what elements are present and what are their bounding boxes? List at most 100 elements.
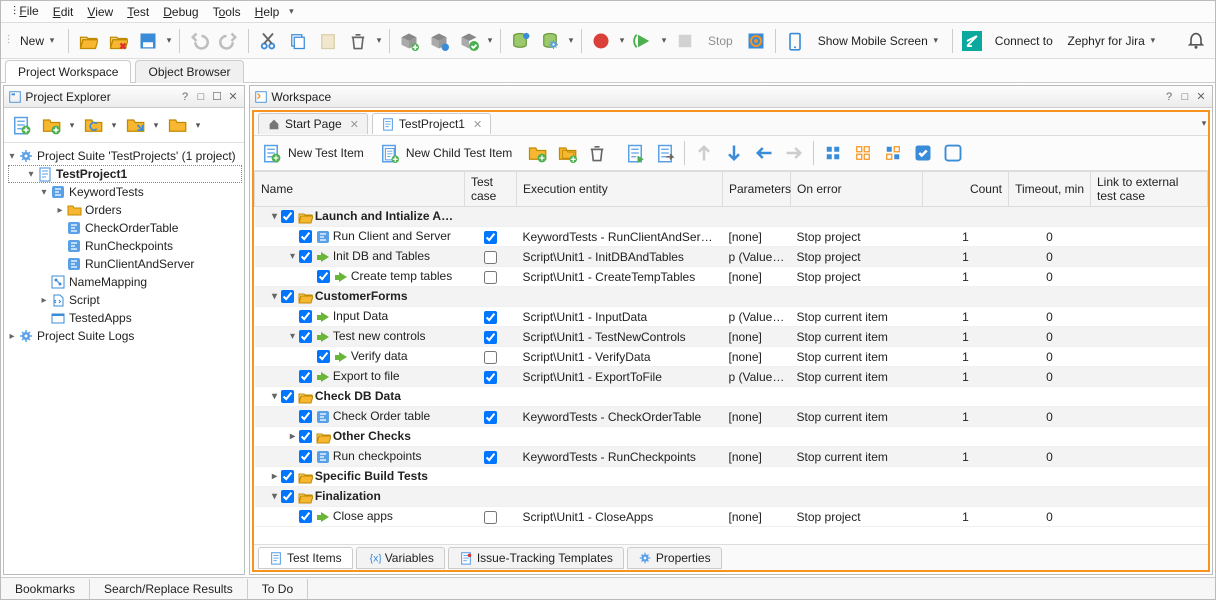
save-dropdown[interactable]: ▾ bbox=[165, 35, 173, 46]
testcase-checkbox[interactable] bbox=[484, 311, 497, 324]
show-mobile-button[interactable]: Show Mobile Screen▾ bbox=[812, 28, 946, 54]
tab-object-browser[interactable]: Object Browser bbox=[135, 60, 243, 83]
paste-icon[interactable] bbox=[315, 28, 341, 54]
table-row[interactable]: Run Client and ServerKeywordTests - RunC… bbox=[255, 227, 1208, 247]
row-checkbox[interactable] bbox=[299, 230, 312, 243]
test-items-grid[interactable]: Name Test case Execution entity Paramete… bbox=[254, 171, 1208, 544]
testcase-checkbox[interactable] bbox=[484, 271, 497, 284]
table-row[interactable]: Check Order tableKeywordTests - CheckOrd… bbox=[255, 407, 1208, 427]
undo-icon[interactable] bbox=[186, 28, 212, 54]
tree-orders[interactable]: Orders bbox=[85, 203, 122, 217]
tab-issue-tracking[interactable]: Issue-Tracking Templates bbox=[448, 547, 624, 569]
table-row[interactable]: Verify dataScript\Unit1 - VerifyData[non… bbox=[255, 347, 1208, 367]
tree-checkorder[interactable]: CheckOrderTable bbox=[85, 221, 178, 235]
import-icon[interactable] bbox=[164, 112, 190, 138]
bell-icon[interactable] bbox=[1183, 28, 1209, 54]
table-row[interactable]: ▾ Test new controlsScript\Unit1 - TestNe… bbox=[255, 327, 1208, 347]
tree-suite[interactable]: Project Suite 'TestProjects' (1 project) bbox=[37, 149, 236, 163]
record-icon[interactable] bbox=[588, 28, 614, 54]
row-checkbox[interactable] bbox=[281, 290, 294, 303]
delete-icon[interactable] bbox=[345, 28, 371, 54]
menu-test[interactable]: Test bbox=[121, 3, 155, 21]
menu-tools[interactable]: Tools bbox=[207, 3, 247, 21]
row-checkbox[interactable] bbox=[317, 350, 330, 363]
tree-script[interactable]: Script bbox=[69, 293, 100, 307]
row-checkbox[interactable] bbox=[299, 330, 312, 343]
tree-logs[interactable]: Project Suite Logs bbox=[37, 329, 134, 343]
record-dropdown[interactable]: ▾ bbox=[618, 35, 626, 46]
tree-testedapps[interactable]: TestedApps bbox=[69, 311, 132, 325]
testcase-checkbox[interactable] bbox=[484, 411, 497, 424]
ws-close-icon[interactable]: ✕ bbox=[1194, 90, 1208, 104]
table-row[interactable]: Close appsScript\Unit1 - CloseApps[none]… bbox=[255, 507, 1208, 527]
tree-namemapping[interactable]: NameMapping bbox=[69, 275, 147, 289]
copy-icon[interactable] bbox=[285, 28, 311, 54]
testcase-checkbox[interactable] bbox=[484, 451, 497, 464]
approve-module-icon[interactable] bbox=[456, 28, 482, 54]
testcase-checkbox[interactable] bbox=[484, 231, 497, 244]
row-checkbox[interactable] bbox=[299, 250, 312, 263]
open-icon[interactable] bbox=[75, 28, 101, 54]
delete-dropdown[interactable]: ▾ bbox=[375, 35, 383, 46]
testcase-checkbox[interactable] bbox=[484, 351, 497, 364]
connect-button[interactable]: Connect to Zephyr for Jira▾ bbox=[989, 28, 1163, 54]
testcase-checkbox[interactable] bbox=[484, 331, 497, 344]
add-folder-icon[interactable] bbox=[38, 112, 64, 138]
tab-properties[interactable]: Properties bbox=[627, 547, 722, 569]
table-row[interactable]: Create temp tablesScript\Unit1 - CreateT… bbox=[255, 267, 1208, 287]
db-gear-icon[interactable] bbox=[537, 28, 563, 54]
status-search[interactable]: Search/Replace Results bbox=[90, 579, 248, 599]
table-row[interactable]: ▸ Other Checks bbox=[255, 427, 1208, 447]
indent-icon[interactable] bbox=[781, 140, 807, 166]
testcase-checkbox[interactable] bbox=[484, 511, 497, 524]
col-name[interactable]: Name bbox=[255, 172, 465, 207]
menu-debug[interactable]: Debug bbox=[157, 3, 204, 21]
row-checkbox[interactable] bbox=[317, 270, 330, 283]
record-module-icon[interactable] bbox=[426, 28, 452, 54]
module-dropdown[interactable]: ▾ bbox=[486, 35, 494, 46]
add-project-icon[interactable] bbox=[8, 112, 34, 138]
add-module-icon[interactable] bbox=[396, 28, 422, 54]
row-checkbox[interactable] bbox=[299, 510, 312, 523]
save-icon[interactable] bbox=[135, 28, 161, 54]
table-row[interactable]: ▾ Launch and Intialize Applications bbox=[255, 207, 1208, 227]
col-param[interactable]: Parameters bbox=[723, 172, 791, 207]
ws-help-icon[interactable]: ? bbox=[1162, 90, 1176, 104]
testcase-checkbox[interactable] bbox=[484, 251, 497, 264]
table-row[interactable]: ▸ Specific Build Tests bbox=[255, 467, 1208, 487]
check-mixed-icon[interactable] bbox=[880, 140, 906, 166]
tab-variables[interactable]: {x}Variables bbox=[356, 547, 445, 569]
row-checkbox[interactable] bbox=[281, 490, 294, 503]
table-row[interactable]: ▾ Finalization bbox=[255, 487, 1208, 507]
import-dropdown[interactable]: ▾ bbox=[194, 120, 202, 131]
outdent-icon[interactable] bbox=[751, 140, 777, 166]
menu-edit[interactable]: Edit bbox=[47, 3, 80, 21]
row-checkbox[interactable] bbox=[281, 210, 294, 223]
tab-test-items[interactable]: Test Items bbox=[258, 547, 353, 569]
refresh-icon[interactable] bbox=[80, 112, 106, 138]
status-bookmarks[interactable]: Bookmarks bbox=[1, 579, 90, 599]
move-up-icon[interactable] bbox=[691, 140, 717, 166]
tab-testproject1[interactable]: TestProject1✕ bbox=[372, 113, 491, 134]
redo-icon[interactable] bbox=[216, 28, 242, 54]
close-tab-icon[interactable]: ✕ bbox=[350, 118, 359, 131]
row-checkbox[interactable] bbox=[299, 450, 312, 463]
ws-max-icon[interactable]: □ bbox=[1178, 90, 1192, 104]
export-icon[interactable] bbox=[122, 112, 148, 138]
table-row[interactable]: ▾ Check DB Data bbox=[255, 387, 1208, 407]
row-checkbox[interactable] bbox=[299, 310, 312, 323]
tree-project[interactable]: TestProject1 bbox=[56, 167, 127, 181]
testcase-checkbox[interactable] bbox=[484, 371, 497, 384]
row-checkbox[interactable] bbox=[299, 370, 312, 383]
phone-icon[interactable] bbox=[782, 28, 808, 54]
col-count[interactable]: Count bbox=[923, 172, 1009, 207]
new-child-item-icon[interactable] bbox=[376, 140, 402, 166]
db-icon[interactable] bbox=[507, 28, 533, 54]
close-project-icon[interactable] bbox=[105, 28, 131, 54]
add-dropdown[interactable]: ▾ bbox=[68, 120, 76, 131]
col-exec[interactable]: Execution entity bbox=[517, 172, 723, 207]
tree-keywordtests[interactable]: KeywordTests bbox=[69, 185, 144, 199]
run-dropdown[interactable]: ▾ bbox=[660, 35, 668, 46]
col-onerror[interactable]: On error bbox=[791, 172, 923, 207]
stop-button[interactable]: Stop bbox=[702, 28, 739, 54]
